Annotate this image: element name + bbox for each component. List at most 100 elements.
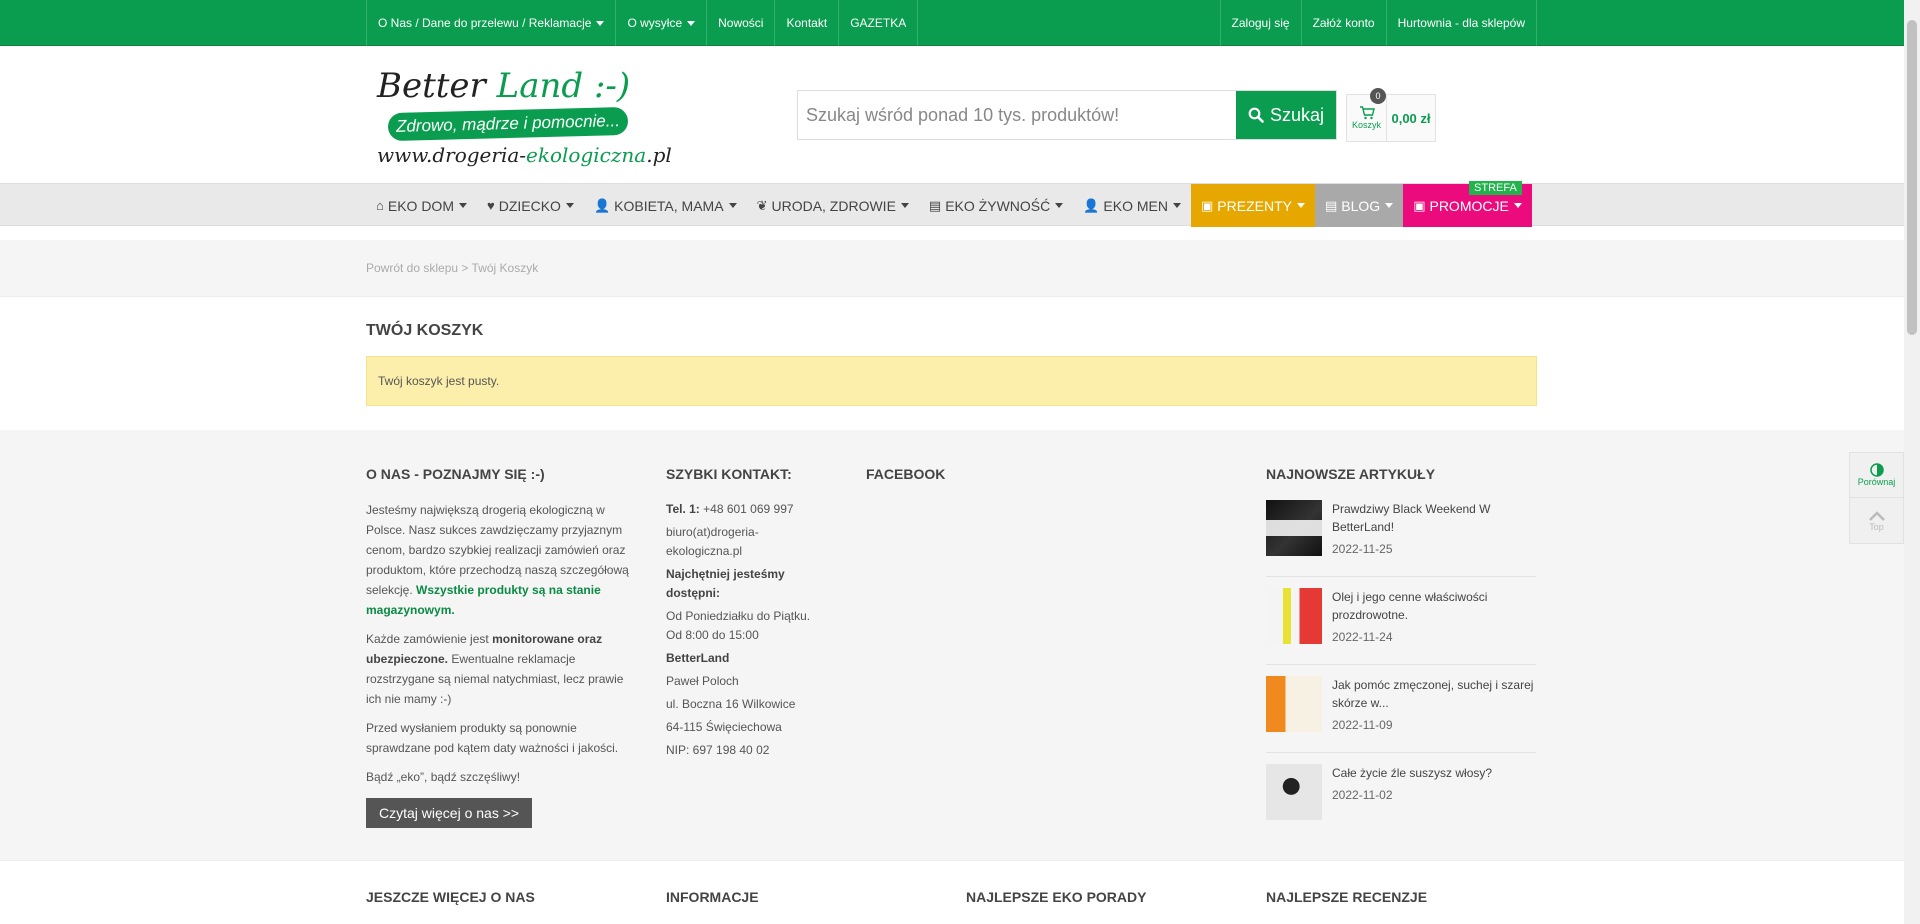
article-item[interactable]: Prawdziwy Black Weekend W BetterLand! 20… — [1266, 500, 1536, 577]
nav-item-uroda-zdrowie[interactable]: ❦ URODA, ZDROWIE — [747, 184, 919, 227]
contact-hours: Od Poniedziałku do Piątku. Od 8:00 do 15… — [666, 609, 811, 642]
logo[interactable]: Better Land :-) Zdrowo, mądrze i pomocni… — [377, 66, 672, 167]
nav-item-eko-men[interactable]: 👤 EKO MEN — [1073, 184, 1191, 227]
chevron-up-icon — [1868, 510, 1885, 521]
side-widget: Porównaj Top — [1849, 452, 1904, 544]
footer2-heading-reviews: NAJLEPSZE RECENZJE — [1266, 889, 1428, 905]
chevron-down-icon — [900, 203, 909, 208]
footer-contact-heading: SZYBKI KONTAKT: — [666, 466, 792, 482]
leaf-icon: ❦ — [756, 197, 768, 213]
top-bar-right: Zaloguj się Załóż konto Hurtownia - dla … — [1219, 0, 1537, 46]
breadcrumb-back-link[interactable]: Powrót do sklepu — [366, 261, 458, 275]
footer-articles: NAJNOWSZE ARTYKUŁY Prawdziwy Black Weeke… — [1266, 466, 1536, 852]
nav-item-eko-dom[interactable]: ⌂ EKO DOM — [366, 184, 477, 227]
nav-item-dziecko[interactable]: ♥ DZIECKO — [477, 184, 584, 227]
chevron-down-icon — [687, 20, 696, 26]
gift-icon: ▣ — [1413, 197, 1426, 213]
register-link[interactable]: Załóż konto — [1302, 0, 1387, 46]
chevron-down-icon — [728, 203, 737, 208]
contact-hours-label: Najchętniej jesteśmy dostępni: — [666, 567, 785, 600]
chevron-down-icon — [458, 203, 467, 208]
nav-label: EKO MEN — [1103, 197, 1168, 214]
nav-label: EKO DOM — [387, 197, 454, 214]
man-icon: 👤 — [1083, 197, 1100, 213]
back-to-top-button[interactable]: Top — [1850, 498, 1903, 543]
article-thumbnail — [1266, 764, 1322, 820]
nav-item-promocje[interactable]: ▣ PROMOCJE STREFA — [1403, 181, 1532, 227]
cart-icon-box: 0 Koszyk — [1347, 88, 1387, 141]
breadcrumb-separator: > — [461, 261, 469, 275]
breadcrumb-current: Twój Koszyk — [471, 261, 539, 275]
article-thumbnail — [1266, 500, 1322, 556]
chevron-down-icon — [565, 203, 574, 208]
user-icon: 👤 — [593, 197, 611, 213]
gift-icon: ▣ — [1201, 197, 1214, 213]
top-link-about[interactable]: O Nas / Dane do przelewu / Reklamacje — [367, 0, 617, 46]
contact-street: ul. Boczna 16 Wilkowice — [666, 697, 796, 711]
compare-button[interactable]: Porównaj — [1850, 453, 1903, 498]
logo-slogan: Zdrowo, mądrze i pomocnie... — [387, 106, 629, 142]
article-thumbnail — [1266, 588, 1322, 644]
nav-label: EKO ŻYWNOŚĆ — [945, 197, 1051, 214]
footer-about: O NAS - POZNAJMY SIĘ :-) Jesteśmy najwię… — [366, 466, 631, 828]
heart-icon: ♥ — [486, 198, 495, 213]
search-input[interactable] — [798, 91, 1236, 139]
cart-icon — [1359, 106, 1375, 120]
nav-label: BLOG — [1341, 197, 1381, 214]
nav-label: URODA, ZDROWIE — [771, 197, 896, 214]
cart-total: 0,00 zł — [1391, 110, 1431, 126]
footer-contact: SZYBKI KONTAKT: Tel. 1: +48 601 069 997 … — [666, 466, 816, 764]
article-item[interactable]: Jak pomóc zmęczonej, suchej i szarej skó… — [1266, 676, 1536, 753]
about-paragraph-1: Jesteśmy największą drogerią ekologiczną… — [366, 503, 629, 617]
nav-item-eko-żywność[interactable]: ▤ EKO ŻYWNOŚĆ — [919, 184, 1073, 227]
nav-label: PROMOCJE — [1429, 197, 1509, 214]
chevron-down-icon — [596, 20, 605, 26]
top-link-shipping[interactable]: O wysyłce — [616, 0, 708, 46]
read-more-button[interactable]: Czytaj więcej o nas >> — [366, 798, 533, 828]
chevron-down-icon — [1296, 203, 1305, 208]
contact-phone: Tel. 1: +48 601 069 997 — [666, 502, 794, 516]
chevron-down-icon — [1055, 203, 1064, 208]
top-link-news[interactable]: Nowości — [707, 0, 776, 46]
shop-icon: ▤ — [928, 197, 942, 213]
search-icon — [1248, 107, 1264, 123]
nav-item-prezenty[interactable]: ▣ PREZENTY — [1191, 184, 1315, 227]
footer2-heading-info: INFORMACJE — [666, 889, 759, 905]
logo-title: Better Land :-) — [377, 66, 631, 106]
footer-links: JESZCZE WIĘCEJ O NAS INFORMACJE NAJLEPSZ… — [0, 860, 1904, 924]
article-item[interactable]: Całe życie źle suszysz włosy? 2022-11-02 — [1266, 764, 1536, 841]
search-button[interactable]: Szukaj — [1236, 91, 1336, 139]
article-item[interactable]: Olej i jego cenne właściwości prozdrowot… — [1266, 588, 1536, 665]
empty-cart-alert: Twój koszyk jest pusty. — [366, 356, 1537, 406]
breadcrumb: Powrót do sklepu > Twój Koszyk — [0, 240, 1920, 297]
footer-facebook-heading: FACEBOOK — [866, 466, 946, 482]
contact-nip: NIP: 697 198 40 02 — [666, 743, 770, 757]
cart-widget[interactable]: 0 Koszyk 0,00 zł — [1346, 88, 1436, 142]
nav-label: PREZENTY — [1217, 197, 1292, 214]
nav-item-kobieta-mama[interactable]: 👤 KOBIETA, MAMA — [584, 184, 747, 227]
top-link-contact[interactable]: Kontakt — [775, 0, 840, 46]
about-paragraph-2: Każde zamówienie jest monitorowane oraz … — [366, 632, 624, 706]
contact-city: 64-115 Święciechowa — [666, 720, 782, 734]
footer2-heading-more: JESZCZE WIĘCEJ O NAS — [366, 889, 535, 905]
top-link-gazetka[interactable]: GAZETKA — [839, 0, 919, 46]
top-bar-left: O Nas / Dane do przelewu / Reklamacje O … — [366, 0, 919, 46]
about-paragraph-4: Bądź „eko”, bądź szczęśliwy! — [366, 770, 521, 784]
document-icon: ▤ — [1324, 197, 1338, 213]
page-title: TWÓJ KOSZYK — [366, 322, 484, 339]
nav-label: DZIECKO — [498, 197, 561, 214]
header: Better Land :-) Zdrowo, mądrze i pomocni… — [0, 46, 1920, 183]
footer: O NAS - POZNAJMY SIĘ :-) Jesteśmy najwię… — [0, 430, 1904, 860]
strefa-badge: STREFA — [1469, 181, 1522, 195]
about-paragraph-3: Przed wysłaniem produkty są ponownie spr… — [366, 721, 619, 755]
scrollbar-thumb[interactable] — [1907, 20, 1917, 335]
wholesale-link[interactable]: Hurtownia - dla sklepów — [1387, 0, 1537, 46]
nav-item-blog[interactable]: ▤ BLOG — [1314, 184, 1404, 227]
chevron-down-icon — [1385, 203, 1394, 208]
logo-url: www.drogeria-ekologiczna.pl — [377, 143, 672, 167]
footer-articles-heading: NAJNOWSZE ARTYKUŁY — [1266, 466, 1436, 482]
scrollbar[interactable] — [1904, 0, 1920, 924]
contact-email[interactable]: biuro(at)drogeria-ekologiczna.pl — [666, 523, 816, 561]
login-link[interactable]: Zaloguj się — [1221, 0, 1302, 46]
chevron-down-icon — [1513, 203, 1522, 208]
